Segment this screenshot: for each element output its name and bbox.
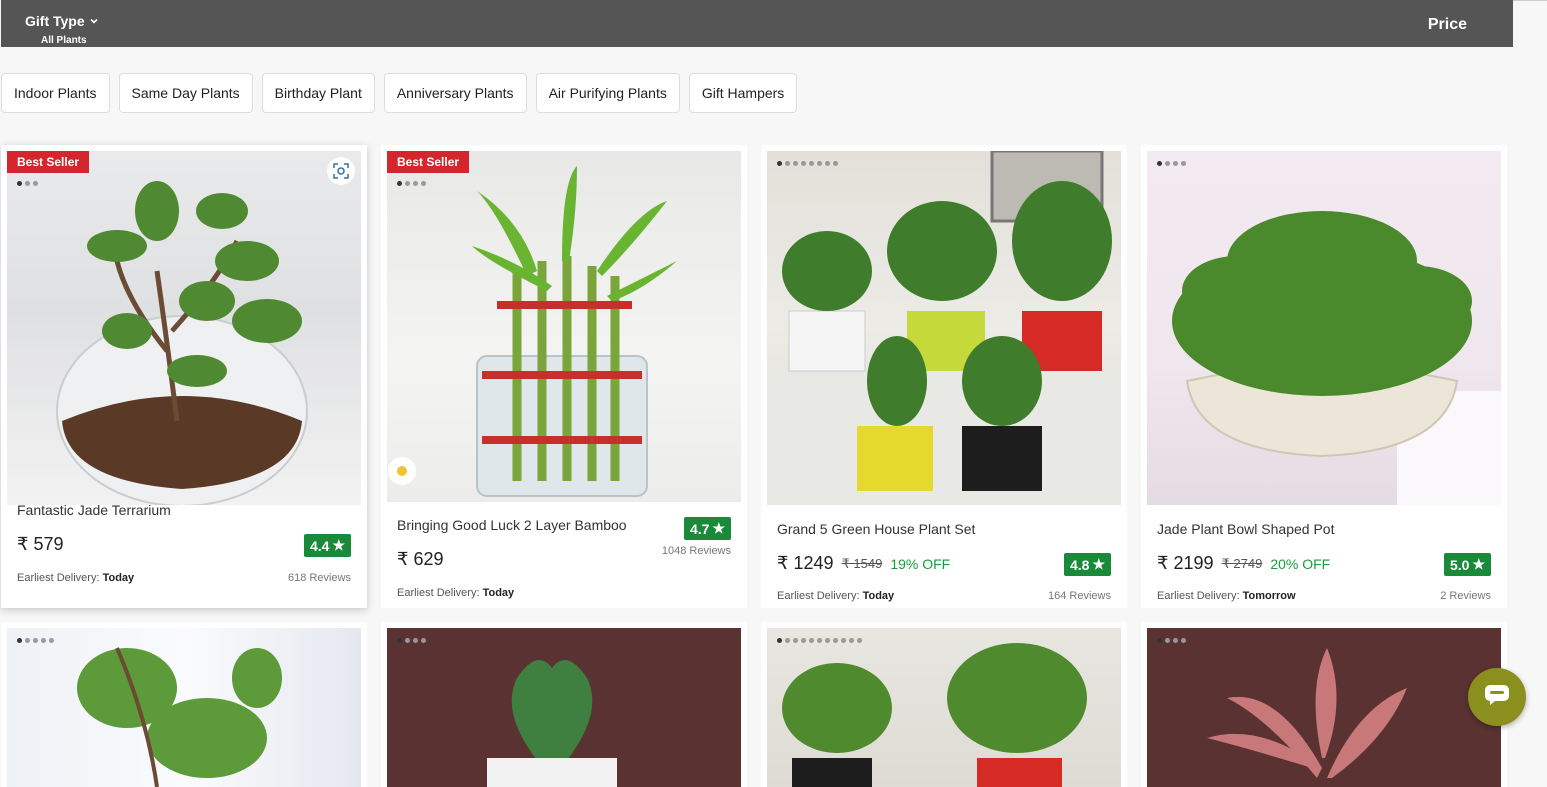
product-price-currency: ₹	[17, 534, 29, 554]
product-image[interactable]	[7, 628, 361, 787]
chip-air-purifying-plants[interactable]: Air Purifying Plants	[535, 73, 680, 113]
old-price: ₹ 1549	[841, 555, 883, 571]
product-name[interactable]: Grand 5 Green House Plant Set	[777, 521, 975, 537]
rating-badge: 5.0 ★	[1443, 553, 1491, 576]
product-image[interactable]	[387, 151, 741, 502]
delivery-label: Earliest Delivery:	[1157, 590, 1240, 602]
product-price: 629	[413, 549, 444, 569]
rating-value: 4.7	[689, 520, 710, 537]
product-price: 1249	[793, 553, 834, 573]
chat-button[interactable]	[1468, 668, 1526, 726]
product-price-currency: ₹	[397, 549, 409, 569]
product-card[interactable]: Best Seller Fantastic Jade Terrarium ₹57…	[1, 145, 367, 608]
star-icon: ★	[712, 520, 725, 536]
product-card[interactable]: Best Seller Bringing Good Luck 2 Layer B…	[381, 145, 747, 608]
gift-type-label: Gift Type	[25, 13, 85, 29]
product-image[interactable]	[1147, 628, 1501, 787]
chip-indoor-plants[interactable]: Indoor Plants	[1, 73, 110, 113]
carousel-dots[interactable]	[777, 161, 838, 166]
product-name[interactable]: Bringing Good Luck 2 Layer Bamboo	[397, 517, 627, 533]
price-filter[interactable]: Price	[1428, 16, 1467, 34]
reviews-count: 164 Reviews	[1048, 590, 1111, 602]
rating-value: 4.4	[309, 537, 330, 554]
product-image[interactable]	[387, 628, 741, 787]
carousel-dots[interactable]	[17, 181, 38, 186]
gift-type-filter[interactable]: Gift Type All Plants	[25, 13, 99, 46]
gift-type-value: All Plants	[41, 35, 87, 46]
discount-label: 20% OFF	[1270, 555, 1331, 572]
delivery-day: Today	[482, 587, 515, 599]
best-seller-badge: Best Seller	[387, 151, 470, 173]
delivery-info: Earliest Delivery: Tomorrow	[1157, 590, 1296, 602]
delivery-info: Earliest Delivery: Today	[777, 590, 894, 602]
product-card[interactable]	[761, 622, 1127, 787]
delivery-label: Earliest Delivery:	[17, 572, 100, 584]
chevron-down-icon	[89, 13, 99, 29]
chat-icon	[1484, 684, 1510, 711]
chip-same-day-plants[interactable]: Same Day Plants	[118, 73, 253, 113]
reviews-count: 1048 Reviews	[661, 545, 731, 557]
product-card[interactable]: Jade Plant Bowl Shaped Pot ₹2199 ₹ 2749 20…	[1141, 145, 1507, 608]
carousel-dots[interactable]	[1157, 161, 1186, 166]
product-price: 2199	[1173, 553, 1214, 573]
delivery-info: Earliest Delivery: Today	[17, 572, 134, 584]
star-icon: ★	[1092, 556, 1105, 572]
filter-bar: Gift Type All Plants Price	[1, 0, 1513, 47]
chip-gift-hampers[interactable]: Gift Hampers	[688, 73, 798, 113]
rating-badge: 4.7 ★	[683, 517, 731, 540]
divider	[1513, 0, 1547, 5]
delivery-day: Tomorrow	[1242, 590, 1296, 602]
chip-birthday-plant[interactable]: Birthday Plant	[261, 73, 375, 113]
product-card[interactable]: Grand 5 Green House Plant Set ₹1249 ₹ 154…	[761, 145, 1127, 608]
product-image[interactable]	[1147, 151, 1501, 505]
carousel-dots[interactable]	[397, 181, 426, 186]
product-image[interactable]	[767, 151, 1121, 505]
category-chips: Indoor Plants Same Day Plants Birthday P…	[1, 73, 798, 113]
carousel-dots[interactable]	[397, 638, 426, 643]
chip-anniversary-plants[interactable]: Anniversary Plants	[383, 73, 527, 113]
product-price: 579	[33, 534, 64, 554]
product-price-currency: ₹	[777, 553, 789, 573]
product-image[interactable]	[7, 151, 361, 505]
product-name[interactable]: Fantastic Jade Terrarium	[17, 502, 171, 518]
star-icon: ★	[332, 537, 345, 553]
scan-icon[interactable]	[327, 157, 355, 185]
rating-badge: 4.4 ★	[303, 534, 351, 557]
product-image[interactable]	[767, 628, 1121, 787]
product-card[interactable]	[1141, 622, 1507, 787]
star-icon: ★	[1472, 556, 1485, 572]
carousel-dots[interactable]	[777, 638, 862, 643]
product-price-currency: ₹	[1157, 553, 1169, 573]
reviews-count: 2 Reviews	[1440, 590, 1491, 602]
product-card[interactable]	[381, 622, 747, 787]
old-price: ₹ 2749	[1221, 555, 1263, 571]
best-seller-badge: Best Seller	[7, 151, 90, 173]
delivery-day: Today	[102, 572, 135, 584]
delivery-day: Today	[862, 590, 895, 602]
rating-value: 5.0	[1449, 556, 1470, 573]
delivery-label: Earliest Delivery:	[397, 587, 480, 599]
discount-label: 19% OFF	[890, 555, 951, 572]
carousel-dots[interactable]	[17, 638, 54, 643]
carousel-dots[interactable]	[1157, 638, 1186, 643]
rating-badge: 4.8 ★	[1063, 553, 1111, 576]
delivery-label: Earliest Delivery:	[777, 590, 860, 602]
product-card[interactable]	[1, 622, 367, 787]
product-name[interactable]: Jade Plant Bowl Shaped Pot	[1157, 521, 1334, 537]
rating-value: 4.8	[1069, 556, 1090, 573]
reviews-count: 618 Reviews	[288, 572, 351, 584]
delivery-info: Earliest Delivery: Today	[397, 587, 514, 599]
